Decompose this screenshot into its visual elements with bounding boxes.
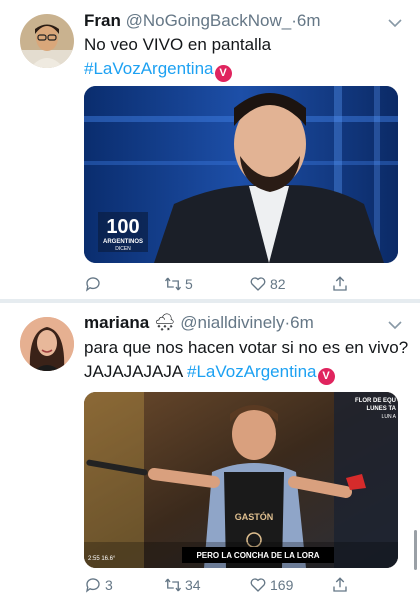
la-voz-badge-icon: V (317, 368, 335, 385)
retweet-button[interactable]: 5 (164, 272, 193, 296)
display-name[interactable]: Fran (84, 11, 121, 30)
chevron-down-icon[interactable] (388, 18, 402, 28)
tweet[interactable]: Fran @NoGoingBackNow_·6m No veo VIVO en … (0, 0, 420, 300)
display-name[interactable]: mariana (84, 313, 149, 332)
logo-line1: ARGENTINOS (103, 239, 143, 245)
retweet-icon (164, 578, 182, 592)
logo-line2: DICEN (115, 246, 131, 252)
timestamp[interactable]: 6m (297, 11, 321, 30)
like-count: 169 (270, 577, 294, 593)
share-icon (333, 577, 347, 592)
retweet-count: 5 (185, 276, 193, 292)
avatar[interactable] (20, 317, 74, 371)
like-count: 82 (270, 276, 286, 292)
retweet-icon (164, 277, 182, 291)
tweet-header: mariana 🌨 @nialldivinely·6m (84, 313, 314, 333)
corner-text-2: LUNES TA (366, 406, 396, 412)
reply-icon (85, 578, 100, 593)
tweet-text: No veo VIVO en pantalla #LaVozArgentina V (84, 33, 414, 82)
hashtag-link[interactable]: #LaVozArgentina (84, 59, 214, 78)
share-button[interactable] (331, 573, 352, 597)
tweet-actions: 5 82 (84, 272, 384, 296)
apron-name: GASTÓN (235, 511, 274, 522)
share-icon (333, 276, 347, 291)
snow-cloud-emoji: 🌨 (153, 313, 176, 332)
reply-count: 3 (105, 577, 113, 593)
video-subtitle: PERO LA CONCHA DE LA LORA (196, 551, 319, 560)
heart-icon (250, 578, 266, 592)
avatar[interactable] (20, 14, 74, 68)
la-voz-badge-icon: V (214, 65, 232, 82)
logo-number: 100 (106, 216, 139, 238)
tv-show-logo: 100 ARGENTINOS DICEN (98, 212, 148, 252)
like-button[interactable]: 82 (249, 272, 286, 296)
tweet-actions: 3 34 169 (84, 573, 384, 597)
scrollbar[interactable] (414, 530, 417, 570)
video-timestamp: 2:55 16.6° (88, 556, 116, 562)
like-button[interactable]: 169 (249, 573, 293, 597)
tweet-media-image[interactable]: 100 ARGENTINOS DICEN (84, 86, 398, 263)
tweet-media-image[interactable]: FLOR DE EQU LUNES TA LUN A GASTÓN 2:55 1… (84, 392, 398, 568)
corner-text-1: FLOR DE EQU (355, 398, 396, 404)
reply-icon (85, 277, 100, 292)
hashtag-link[interactable]: #LaVozArgentina (187, 362, 317, 381)
chevron-down-icon[interactable] (388, 320, 402, 330)
reply-button[interactable] (84, 272, 105, 296)
corner-text-3: LUN A (382, 414, 397, 420)
user-handle[interactable]: @nialldivinely (180, 313, 284, 332)
user-handle[interactable]: @NoGoingBackNow_ (126, 11, 292, 30)
tweet-text: para que nos hacen votar si no es en viv… (84, 336, 414, 385)
timestamp[interactable]: 6m (290, 313, 314, 332)
share-button[interactable] (331, 272, 352, 296)
heart-icon (250, 277, 266, 291)
tweet[interactable]: mariana 🌨 @nialldivinely·6m para que nos… (0, 303, 420, 605)
retweet-button[interactable]: 34 (164, 573, 201, 597)
retweet-count: 34 (185, 577, 201, 593)
reply-button[interactable]: 3 (84, 573, 113, 597)
tweet-header: Fran @NoGoingBackNow_·6m (84, 11, 320, 31)
tweet-text-line: No veo VIVO en pantalla (84, 35, 272, 54)
